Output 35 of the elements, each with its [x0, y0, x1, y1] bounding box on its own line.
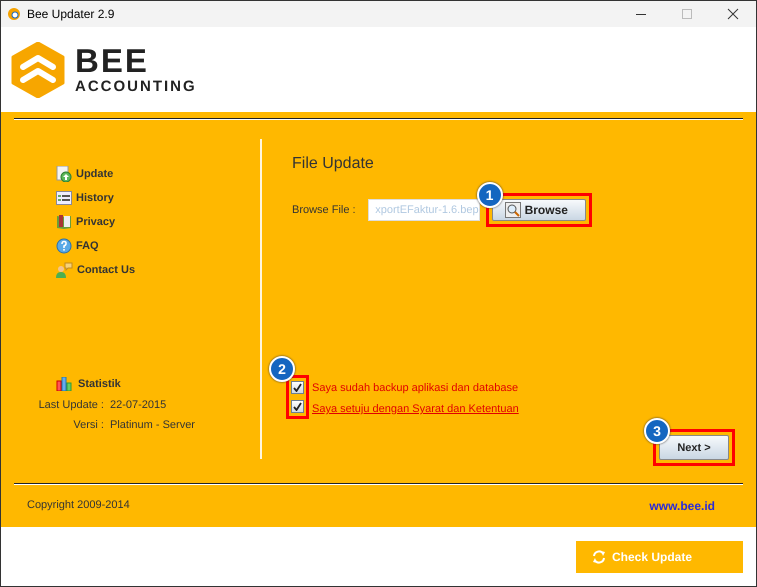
stat-value: Platinum - Server	[110, 419, 196, 431]
contact-icon	[56, 262, 73, 278]
copyright-text: Copyright 2009-2014	[27, 499, 130, 513]
field-label: Browse File :	[292, 204, 356, 216]
stat-label: Versi :	[72, 419, 104, 431]
logo-tagline: ACCOUNTING	[75, 78, 197, 95]
sidebar-item[interactable]: FAQ	[76, 240, 99, 252]
search-icon	[504, 202, 521, 218]
checkbox[interactable]	[291, 381, 304, 394]
sidebar-item[interactable]: Privacy	[76, 216, 116, 228]
sidebar-item[interactable]: Update	[76, 168, 114, 180]
section-title: File Update	[292, 155, 375, 173]
logo-icon	[11, 42, 65, 98]
step-badge: 1	[476, 182, 503, 208]
app-icon	[7, 7, 21, 21]
list-icon	[56, 191, 72, 205]
next-button[interactable]: Next >	[659, 435, 729, 460]
checkbox-label: Saya sudah backup aplikasi dan database	[312, 381, 519, 396]
book-icon	[56, 214, 72, 230]
step-badge: 3	[644, 418, 670, 444]
help-icon	[56, 238, 72, 254]
sidebar-item[interactable]: History	[76, 192, 114, 204]
update-icon	[56, 166, 72, 182]
stats-title: Statistik	[78, 378, 121, 390]
stat-label: Last Update :	[38, 399, 104, 411]
checkbox[interactable]	[291, 400, 304, 413]
browse-button[interactable]: Browse	[492, 199, 586, 221]
stat-value: 22-07-2015	[110, 399, 168, 411]
bar-chart-icon	[56, 377, 72, 391]
sidebar-item[interactable]: Contact Us	[77, 264, 136, 276]
refresh-icon	[592, 550, 606, 564]
logo-name: BEE	[75, 44, 150, 78]
window-title: Bee Updater 2.9	[27, 7, 114, 21]
website-link[interactable]: www.bee.id	[649, 499, 715, 513]
step-badge: 2	[269, 356, 295, 382]
